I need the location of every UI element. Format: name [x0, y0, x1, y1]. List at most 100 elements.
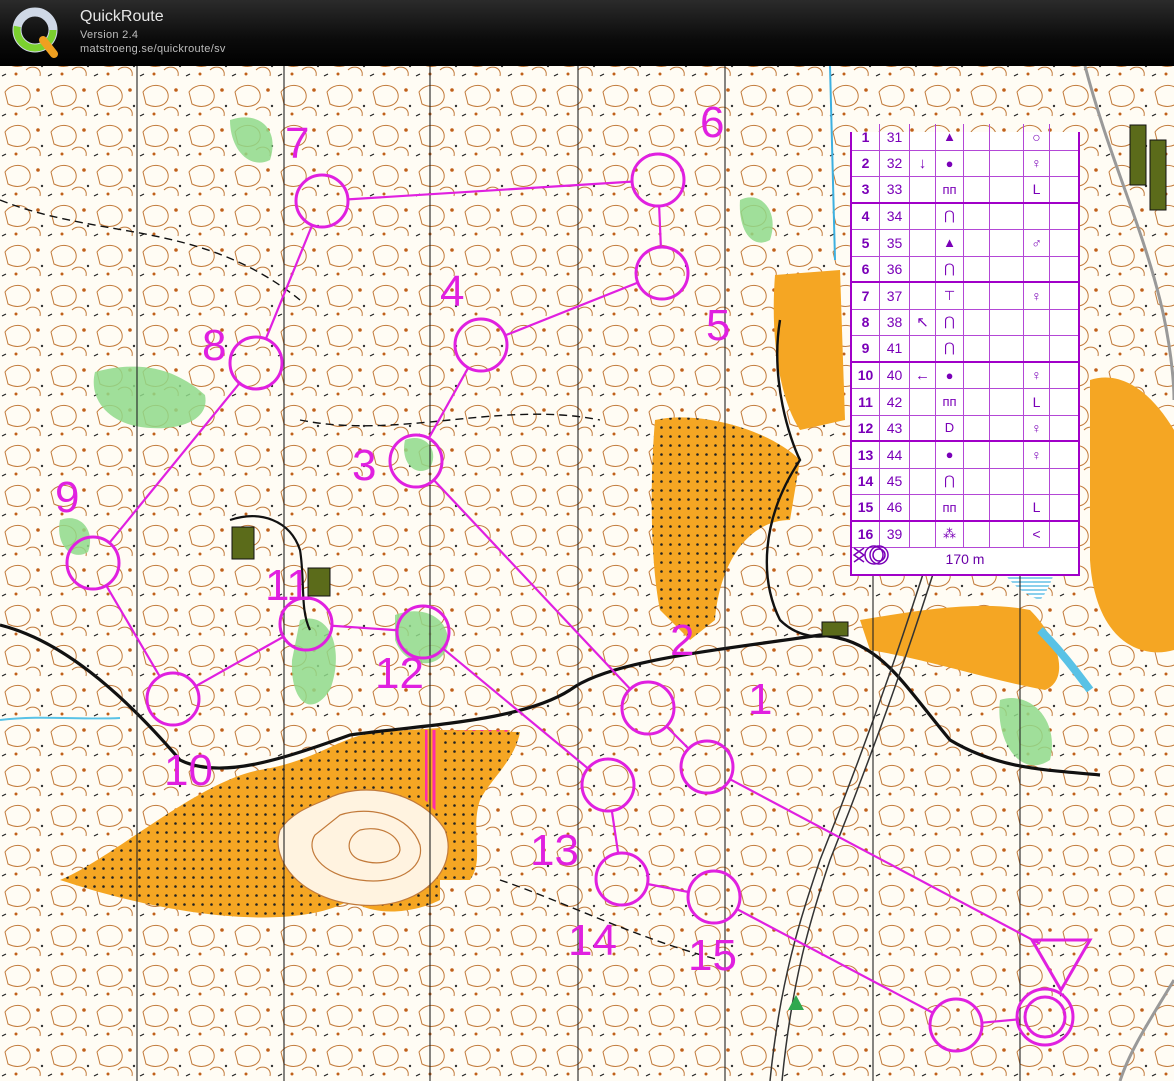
description-col-e [964, 495, 990, 520]
description-direction [910, 283, 936, 309]
description-col-e [964, 256, 990, 281]
control-number-label: 8 [202, 321, 226, 370]
description-direction [910, 495, 936, 520]
description-number: 11 [852, 389, 880, 415]
control-number-label: 4 [440, 267, 464, 316]
description-direction [910, 415, 936, 440]
description-col-f [990, 150, 1024, 176]
app-title: QuickRoute [80, 8, 164, 25]
description-col-h [1050, 124, 1078, 150]
description-col-e [964, 177, 990, 202]
description-location-icon [1024, 468, 1050, 494]
description-code: 32 [880, 150, 910, 176]
description-feature-icon: ⊤ [936, 283, 964, 309]
description-number: 8 [852, 309, 880, 335]
description-location-icon [1024, 309, 1050, 335]
description-number: 2 [852, 150, 880, 176]
description-col-h [1050, 469, 1078, 495]
description-col-h [1050, 151, 1078, 177]
control-number-label: 15 [688, 931, 737, 980]
description-col-e [964, 309, 990, 335]
description-code: 40 [880, 362, 910, 388]
description-feature-icon: ● [936, 442, 964, 468]
description-location-icon [1024, 336, 1050, 361]
description-row: 7 37 ⊤ ♀ [852, 283, 1078, 310]
app-url-link[interactable]: matstroeng.se/quickroute/sv [80, 43, 226, 55]
description-col-e [964, 415, 990, 440]
description-code: 46 [880, 495, 910, 520]
description-code: 41 [880, 336, 910, 361]
description-col-f [990, 495, 1024, 520]
description-col-f [990, 309, 1024, 335]
description-col-h [1050, 257, 1078, 282]
finish-path-icon [853, 545, 889, 565]
control-number-label: 12 [375, 649, 424, 698]
description-direction [910, 230, 936, 256]
description-number: 6 [852, 256, 880, 281]
description-feature-icon: ᴨᴨ [936, 495, 964, 520]
description-direction [910, 124, 936, 150]
control-number-label: 11 [265, 561, 311, 610]
description-col-f [990, 468, 1024, 494]
description-location-icon: L [1024, 495, 1050, 520]
description-code: 35 [880, 230, 910, 256]
description-feature-icon: ⋂ [936, 256, 964, 281]
description-col-e [964, 336, 990, 361]
app-version: Version 2.4 [80, 29, 139, 41]
description-code: 43 [880, 415, 910, 440]
description-number: 10 [852, 362, 880, 388]
description-col-h [1050, 283, 1078, 309]
description-feature-icon: ▲ [936, 230, 964, 256]
description-col-f [990, 177, 1024, 202]
control-number-label: 10 [164, 746, 213, 795]
description-row: 8 38 ↖ ⋂ [852, 309, 1078, 336]
description-location-icon: ♀ [1024, 283, 1050, 309]
description-number: 14 [852, 468, 880, 494]
description-code: 36 [880, 256, 910, 281]
description-col-e [964, 150, 990, 176]
description-feature-icon: ⋂ [936, 309, 964, 335]
description-row: 1 31 ▲ ○ [852, 124, 1078, 151]
description-direction [910, 336, 936, 361]
description-col-e [964, 203, 990, 229]
description-col-f [990, 415, 1024, 440]
description-col-h [1050, 389, 1078, 415]
description-row: 3 33 ᴨᴨ L [852, 177, 1078, 204]
description-code: 38 [880, 309, 910, 335]
description-col-h [1050, 230, 1078, 256]
description-code: 42 [880, 389, 910, 415]
description-col-h [1050, 363, 1078, 389]
course-length-label: 170 m [945, 551, 985, 567]
description-feature-icon: ⋂ [936, 468, 964, 494]
description-direction [910, 203, 936, 229]
description-number: 3 [852, 177, 880, 202]
description-col-e [964, 283, 990, 309]
description-col-e [964, 468, 990, 494]
description-col-f [990, 203, 1024, 229]
description-direction [910, 468, 936, 494]
orienteering-map[interactable]: 1 2 3 4 5 6 7 8 9 10 11 12 13 14 15 1 31 ▲ ○ 2 32 ↓ ● ♀ 3 33 ᴨᴨ L 4… [0, 66, 1174, 1081]
description-row: 4 34 ⋂ [852, 203, 1078, 230]
description-col-h [1050, 495, 1078, 520]
description-feature-icon: ● [936, 362, 964, 388]
description-feature-icon: ⋂ [936, 336, 964, 361]
description-col-h [1050, 204, 1078, 230]
control-number-label: 5 [706, 301, 730, 350]
description-feature-icon: ⋂ [936, 203, 964, 229]
description-location-icon: ♀ [1024, 150, 1050, 176]
description-col-h [1050, 442, 1078, 468]
description-col-f [990, 230, 1024, 256]
description-row: 13 44 ● ♀ [852, 442, 1078, 469]
description-col-f [990, 283, 1024, 309]
description-col-e [964, 230, 990, 256]
description-col-f [990, 389, 1024, 415]
description-col-f [990, 336, 1024, 361]
description-location-icon [1024, 203, 1050, 229]
description-location-icon: ○ [1024, 124, 1050, 150]
control-number-label: 3 [352, 441, 376, 490]
quickroute-logo-icon [12, 7, 58, 58]
description-code: 37 [880, 283, 910, 309]
description-direction [910, 177, 936, 202]
description-location-icon: ♂ [1024, 230, 1050, 256]
title-bar: QuickRoute Version 2.4 matstroeng.se/qui… [0, 0, 1174, 66]
